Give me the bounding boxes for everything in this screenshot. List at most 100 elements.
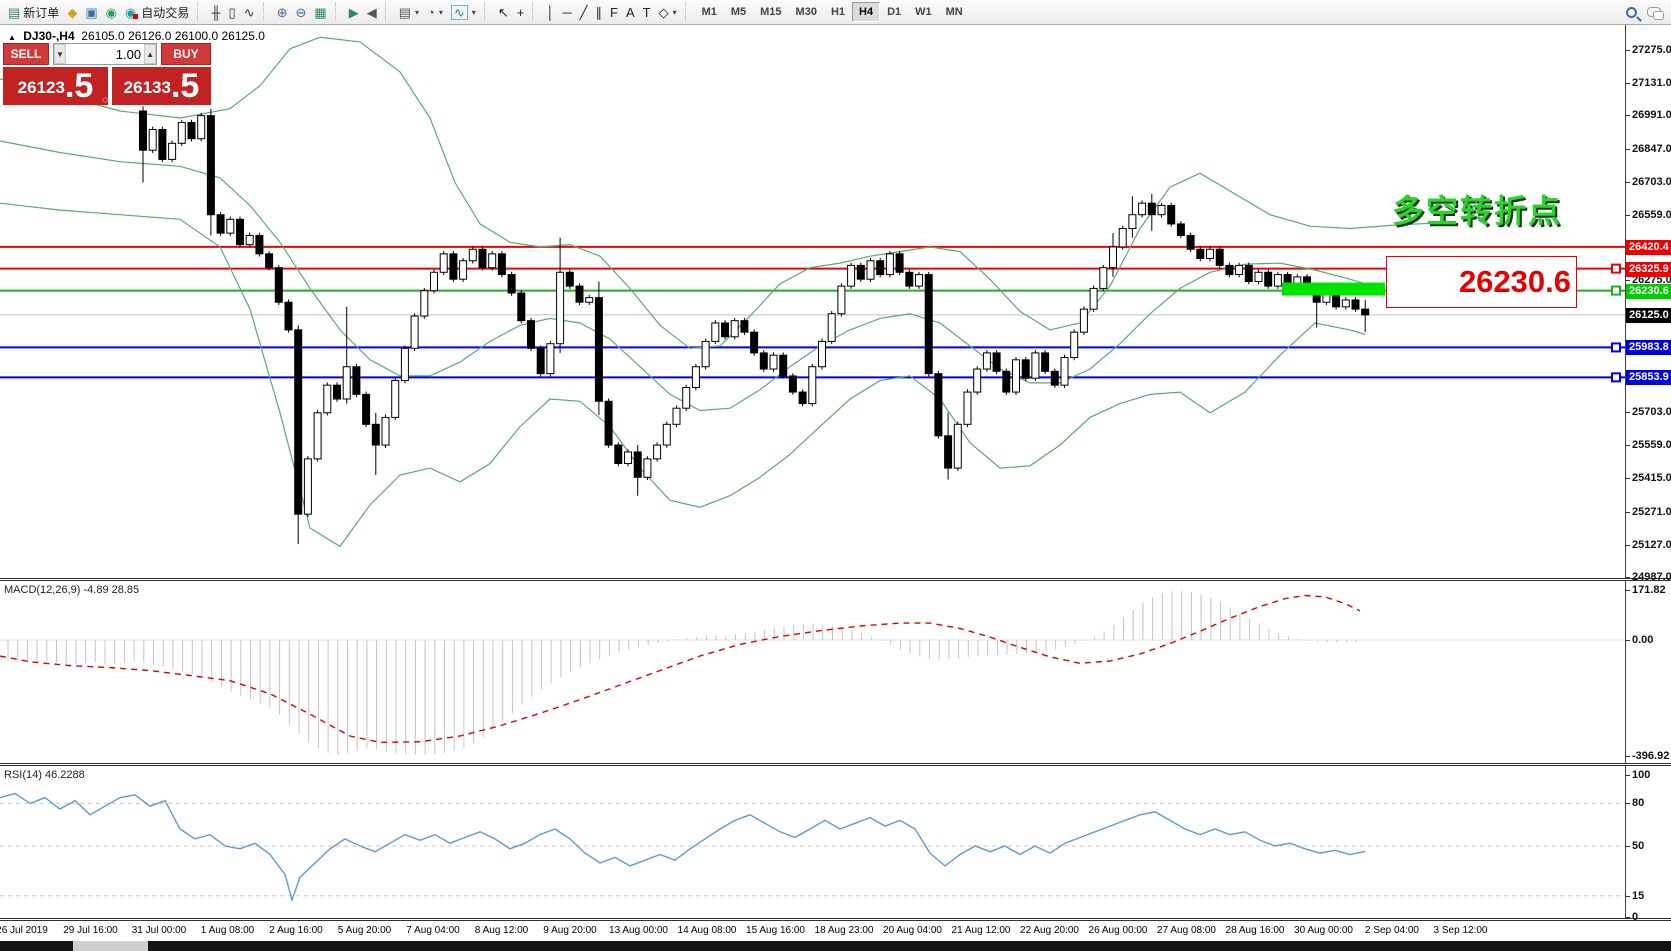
price-tick-mark: [1625, 412, 1630, 413]
autotrade-icon[interactable]: ◉自动交易: [121, 2, 193, 23]
vertical-line-icon[interactable]: │: [542, 4, 558, 21]
symbol-info-line: ▲ DJ30-,H4 26105.0 26126.0 26100.0 26125…: [8, 29, 265, 43]
main-chart[interactable]: [0, 25, 1625, 578]
zoom-out-icon[interactable]: ⊖: [292, 4, 311, 21]
price-axis-border: [1625, 25, 1626, 921]
volume-input[interactable]: [66, 44, 144, 64]
toolbar-separator: [263, 3, 269, 21]
volume-increase-button[interactable]: ▲: [144, 44, 156, 64]
timeframe-m15[interactable]: M15: [753, 2, 788, 22]
new-order-icon[interactable]: ▤新订单: [4, 2, 63, 23]
timeframe-m30[interactable]: M30: [789, 2, 824, 22]
price-line-label: 26420.4: [1626, 240, 1671, 255]
macd-separator[interactable]: [0, 578, 1671, 581]
macd-tick-mark: [1625, 590, 1630, 591]
rsi-tick-label: 80: [1632, 797, 1644, 809]
price-tick-mark: [1625, 280, 1630, 281]
buy-button[interactable]: BUY: [161, 43, 211, 65]
price-line-label: 25853.9: [1626, 370, 1671, 385]
channel-icon[interactable]: ∥: [591, 4, 606, 21]
cursor-icon[interactable]: ↖: [494, 4, 513, 21]
time-label: 18 Aug 23:00: [815, 925, 874, 936]
ohlc-close: 26125.0: [222, 29, 265, 43]
macd-panel[interactable]: [0, 581, 1625, 763]
price-tick-label: 26703.0: [1632, 176, 1671, 188]
toolbar: ▤新订单◆▣◉◉自动交易╫▯∿⊕⊖▦▶◀▤▾◔▾∿▾↖+│─╱∥FAT◇▾M1M…: [0, 0, 1671, 25]
rsi-tick-mark: [1625, 917, 1630, 918]
macd-tick-label: 0.00: [1632, 634, 1653, 646]
price-tick-label: 25271.0: [1632, 506, 1671, 518]
timeframe-m5[interactable]: M5: [724, 2, 753, 22]
price-tick-label: 25127.0: [1632, 539, 1671, 551]
crosshair-icon[interactable]: +: [513, 4, 529, 21]
trendline-icon[interactable]: ╱: [576, 4, 592, 21]
sell-button[interactable]: SELL: [3, 43, 49, 65]
toolbar-separator: [532, 3, 538, 21]
community-icon[interactable]: ▣: [81, 4, 101, 21]
toolbar-separator: [335, 3, 341, 21]
zoom-in-icon[interactable]: ⊕: [273, 4, 292, 21]
sell-price-main: 26123: [18, 73, 65, 103]
oct-resize-handle-icon[interactable]: ◇: [102, 95, 108, 104]
toolbar-separator: [197, 3, 203, 21]
search-icon[interactable]: [1626, 7, 1637, 18]
time-label: 3 Sep 12:00: [1434, 925, 1488, 936]
price-tick-label: 25703.0: [1632, 406, 1671, 418]
price-tick-label: 25559.0: [1632, 439, 1671, 451]
macd-tick-mark: [1625, 640, 1630, 641]
chart-shift-icon[interactable]: ◀: [363, 4, 381, 21]
time-label: 28 Aug 16:00: [1226, 925, 1285, 936]
time-label: 5 Aug 20:00: [338, 925, 391, 936]
rsi-tick-mark: [1625, 896, 1630, 897]
mql-book-icon[interactable]: ◆: [63, 4, 81, 21]
arrows-icon[interactable]: ◇▾: [655, 4, 681, 21]
autoscroll-icon[interactable]: ▶: [345, 4, 363, 21]
signals-icon[interactable]: ◉: [102, 4, 121, 21]
timeframe-h4[interactable]: H4: [852, 2, 880, 22]
price-tick-mark: [1625, 577, 1630, 578]
tile-windows-icon[interactable]: ▦: [310, 4, 330, 21]
bar-chart-icon[interactable]: ╫: [207, 4, 224, 21]
time-label: 22 Aug 20:00: [1020, 925, 1079, 936]
volume-decrease-button[interactable]: ▼: [54, 44, 66, 64]
volume-spinner: ▼ ▲: [53, 43, 157, 65]
timeframe-d1[interactable]: D1: [880, 2, 908, 22]
time-label: 21 Aug 12:00: [952, 925, 1011, 936]
annotation-text: 多空转折点: [1392, 186, 1562, 232]
toolbar-separator: [484, 3, 490, 21]
timeframe-w1[interactable]: W1: [908, 2, 939, 22]
line-chart-icon[interactable]: ∿: [240, 4, 259, 21]
time-axis[interactable]: 26 Jul 201929 Jul 16:0031 Jul 00:001 Aug…: [0, 921, 1671, 941]
indicators-icon[interactable]: ∿▾: [447, 3, 480, 22]
time-label: 29 Jul 16:00: [63, 925, 118, 936]
timeframe-mn[interactable]: MN: [939, 2, 970, 22]
ohlc-high: 26126.0: [128, 29, 171, 43]
horizontal-line-icon[interactable]: ─: [558, 4, 575, 21]
time-label: 27 Aug 08:00: [1157, 925, 1216, 936]
sell-price[interactable]: 26123.5: [3, 67, 108, 105]
price-tick-mark: [1625, 182, 1630, 183]
timeframe-m1[interactable]: M1: [695, 2, 724, 22]
price-tick-mark: [1625, 50, 1630, 51]
bottom-window-edge: [0, 941, 1671, 951]
profiles-icon[interactable]: ◔▾: [423, 4, 447, 21]
fibonacci-icon[interactable]: F: [606, 4, 622, 21]
rsi-tick-mark: [1625, 775, 1630, 776]
rsi-panel[interactable]: [0, 766, 1625, 920]
text-icon[interactable]: A: [622, 4, 639, 21]
rsi-separator[interactable]: [0, 763, 1671, 766]
buy-price-main: 26133: [124, 73, 171, 103]
chat-icon[interactable]: [1647, 7, 1661, 17]
oct-collapse-icon[interactable]: ▲: [8, 33, 16, 42]
time-label: 2 Aug 16:00: [269, 925, 322, 936]
label-icon[interactable]: T: [639, 4, 655, 21]
time-label: 26 Jul 2019: [0, 925, 48, 936]
price-tick-mark: [1625, 115, 1630, 116]
timeframe-h1[interactable]: H1: [824, 2, 852, 22]
rsi-tick-mark: [1625, 846, 1630, 847]
new-chart-icon[interactable]: ▤▾: [395, 4, 423, 21]
candlestick-icon[interactable]: ▯: [225, 4, 240, 21]
rsi-tick-label: 50: [1632, 840, 1644, 852]
buy-price[interactable]: 26133.5: [112, 67, 211, 105]
time-label: 1 Aug 08:00: [201, 925, 254, 936]
